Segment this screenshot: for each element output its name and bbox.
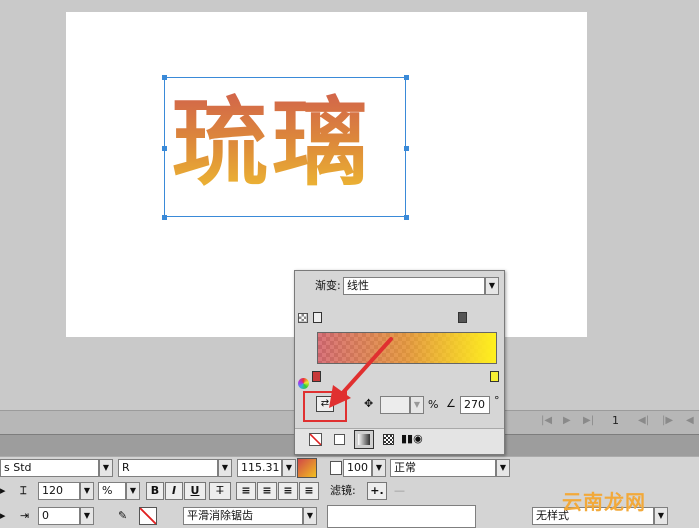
- font-style-dropdown-icon[interactable]: ▼: [218, 459, 232, 477]
- gradient-type-label: 渐变:: [315, 279, 341, 292]
- gradient-type-dropdown-icon[interactable]: ▼: [485, 277, 499, 295]
- color-stops-icon: [298, 378, 309, 389]
- align-right-icon[interactable]: ≡: [278, 482, 298, 500]
- fill-color-swatch[interactable]: [297, 458, 317, 478]
- bold-button[interactable]: B: [146, 482, 164, 500]
- gradient-fill-icon: [358, 434, 370, 445]
- first-frame-icon[interactable]: |◀: [541, 415, 552, 426]
- percent-label: %: [428, 398, 439, 411]
- font-family-field[interactable]: s Std: [0, 459, 99, 477]
- opacity-icon: [330, 461, 342, 475]
- strikethrough-button[interactable]: T̶: [209, 482, 231, 500]
- antialias-dropdown-icon[interactable]: ▼: [303, 507, 317, 525]
- play-icon[interactable]: ▶: [563, 415, 571, 426]
- color-position-field[interactable]: [380, 396, 410, 414]
- selection-handle-mr[interactable]: [404, 146, 409, 151]
- blend-mode-dropdown-icon[interactable]: ▼: [496, 459, 510, 477]
- opacity-stop-right[interactable]: [458, 312, 467, 323]
- selection-bounding-box[interactable]: [164, 77, 406, 217]
- add-filter-button[interactable]: +.: [367, 482, 387, 500]
- leading-icon: ⌶: [20, 484, 27, 497]
- color-stop-right[interactable]: [490, 371, 499, 382]
- style-dropdown-icon[interactable]: ▼: [654, 507, 668, 525]
- color-stop-left[interactable]: [312, 371, 321, 382]
- indent-field[interactable]: 0: [38, 507, 80, 525]
- tracking-icon: ▸: [0, 484, 6, 497]
- underline-button[interactable]: U: [184, 482, 206, 500]
- opacity-stop-left[interactable]: [313, 312, 322, 323]
- font-family-dropdown-icon[interactable]: ▼: [99, 459, 113, 477]
- last-frame-icon[interactable]: ▶|: [583, 415, 594, 426]
- selection-handle-bl[interactable]: [162, 215, 167, 220]
- indent-dropdown-icon[interactable]: ▼: [80, 507, 94, 525]
- fill-type-bar: [295, 428, 504, 454]
- filter-label: 滤镜:: [330, 484, 356, 497]
- remove-filter-icon[interactable]: —: [394, 482, 405, 500]
- angle-field[interactable]: 270: [460, 396, 490, 414]
- selection-handle-br[interactable]: [404, 215, 409, 220]
- indent-icon: ⇥: [20, 509, 30, 522]
- texture-fill-icon[interactable]: ▮▮◉: [401, 430, 423, 448]
- align-justify-icon[interactable]: ≡: [299, 482, 319, 500]
- tracking-unit-field[interactable]: %: [98, 482, 126, 500]
- antialias-field[interactable]: 平滑消除锯齿: [183, 507, 303, 525]
- move-icon: ✥: [364, 397, 374, 410]
- font-size-field[interactable]: 115.31: [237, 459, 282, 477]
- degree-label: °: [494, 394, 500, 407]
- opacity-dropdown-icon[interactable]: ▼: [372, 459, 386, 477]
- gradient-fill-selected[interactable]: [354, 430, 374, 449]
- opacity-stops-icon: [298, 313, 308, 323]
- new-frame-icon[interactable]: ◀: [686, 415, 694, 426]
- selection-handle-tl[interactable]: [162, 75, 167, 80]
- font-size-dropdown-icon[interactable]: ▼: [282, 459, 296, 477]
- frame-number: 1: [612, 414, 619, 427]
- color-position-dropdown-icon[interactable]: ▼: [410, 396, 424, 414]
- align-left-icon[interactable]: ≡: [236, 482, 256, 500]
- selection-handle-tr[interactable]: [404, 75, 409, 80]
- tracking-unit-dropdown-icon[interactable]: ▼: [126, 482, 140, 500]
- leading-field[interactable]: 120: [38, 482, 80, 500]
- pencil-icon[interactable]: ✎: [118, 507, 127, 525]
- selection-handle-ml[interactable]: [162, 146, 167, 151]
- next-frame-icon[interactable]: |▶: [662, 415, 673, 426]
- stroke-color-swatch[interactable]: [139, 507, 157, 525]
- leading-dropdown-icon[interactable]: ▼: [80, 482, 94, 500]
- filter-list[interactable]: [327, 505, 476, 528]
- prev-frame-icon[interactable]: ◀|: [638, 415, 649, 426]
- blend-mode-field[interactable]: 正常: [390, 459, 496, 477]
- align-center-icon[interactable]: ≡: [257, 482, 277, 500]
- gradient-type-field[interactable]: 线性: [343, 277, 485, 295]
- solid-fill-icon[interactable]: [334, 434, 345, 445]
- angle-icon: ∠: [446, 397, 456, 410]
- text-direction-icon: ▸: [0, 509, 6, 522]
- pattern-fill-icon[interactable]: [383, 434, 394, 445]
- opacity-field[interactable]: 100: [343, 459, 372, 477]
- watermark: 云南龙网: [562, 490, 646, 514]
- no-fill-icon[interactable]: [309, 433, 322, 446]
- font-style-field[interactable]: R: [118, 459, 218, 477]
- italic-button[interactable]: I: [165, 482, 183, 500]
